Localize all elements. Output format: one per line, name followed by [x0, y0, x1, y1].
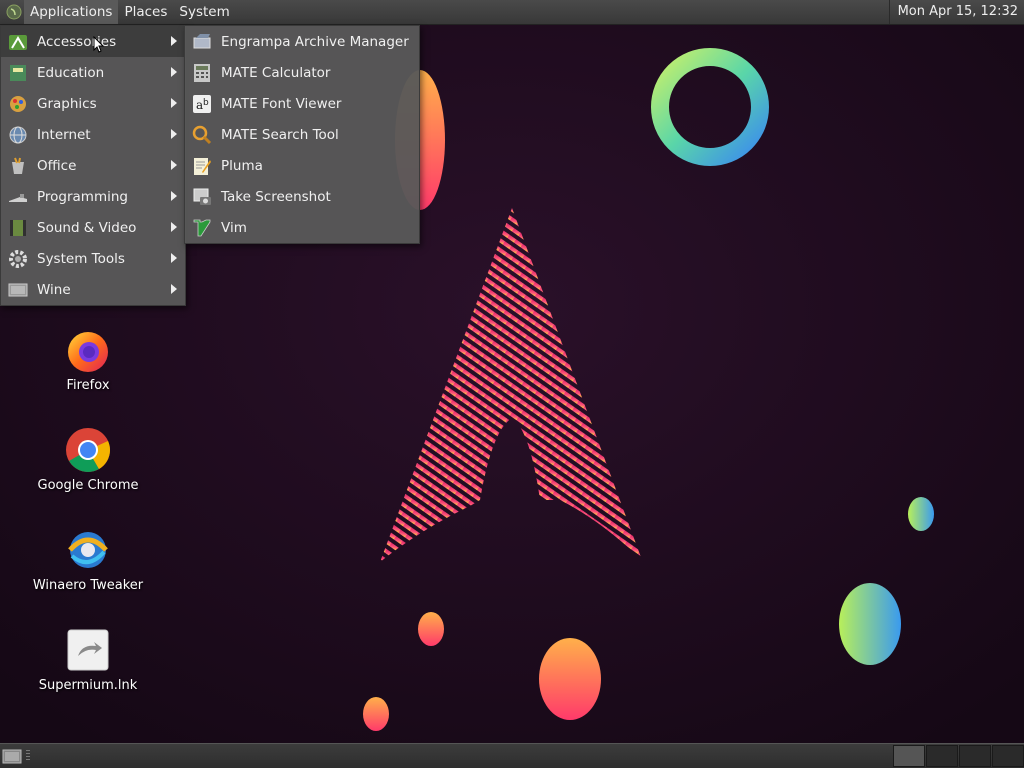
- menu-item-wine[interactable]: Wine: [1, 274, 185, 305]
- menu-bar: Applications Places System: [0, 0, 236, 24]
- menu-item-label: Programming: [37, 188, 128, 205]
- places-menu[interactable]: Places: [118, 0, 173, 24]
- workspace-4[interactable]: [992, 745, 1024, 767]
- submenu-arrow-icon: [171, 222, 177, 232]
- menu-item-label: Wine: [37, 281, 71, 298]
- calculator-icon: [194, 63, 210, 82]
- menu-item-vim[interactable]: Vim: [185, 212, 419, 243]
- office-icon: [12, 157, 24, 174]
- desktop-icon-winaero-tweaker[interactable]: Winaero Tweaker: [28, 526, 148, 593]
- menu-item-label: System Tools: [37, 250, 125, 267]
- accessories-submenu: Engrampa Archive Manager MATE Calculator…: [184, 25, 420, 244]
- wine-icon: [8, 283, 28, 296]
- shortcut-icon: [67, 629, 109, 671]
- submenu-arrow-icon: [171, 98, 177, 108]
- screenshot-icon: [193, 188, 211, 205]
- accessories-icon: [9, 34, 27, 50]
- workspace-2[interactable]: [926, 745, 958, 767]
- applications-dropdown: Accessories Education Graphics Internet: [0, 25, 186, 306]
- menu-item-programming[interactable]: Programming: [1, 181, 185, 212]
- workspace-1[interactable]: [893, 745, 925, 767]
- menu-item-education[interactable]: Education: [1, 57, 185, 88]
- desktop-icon-label: Google Chrome: [37, 478, 139, 493]
- menu-item-pluma[interactable]: Pluma: [185, 150, 419, 181]
- submenu-arrow-icon: [171, 36, 177, 46]
- sound-video-icon: [10, 219, 26, 236]
- text-editor-icon: [194, 157, 211, 175]
- programming-icon: [9, 193, 27, 202]
- menu-item-label: Sound & Video: [37, 219, 137, 236]
- menu-item-font-viewer[interactable]: a b MATE Font Viewer: [185, 88, 419, 119]
- desktop-icon-firefox[interactable]: Firefox: [28, 326, 148, 393]
- menu-item-office[interactable]: Office: [1, 150, 185, 181]
- menu-item-calculator[interactable]: MATE Calculator: [185, 57, 419, 88]
- submenu-arrow-icon: [171, 191, 177, 201]
- education-icon: [10, 64, 26, 81]
- menu-item-label: Pluma: [221, 157, 263, 174]
- desktop-icon-label: Supermium.lnk: [38, 678, 138, 693]
- menu-item-label: Office: [37, 157, 77, 174]
- mouse-pointer-icon: [93, 36, 105, 53]
- panel-drag-handle[interactable]: [26, 750, 30, 762]
- menu-item-label: Engrampa Archive Manager: [221, 33, 409, 50]
- vim-icon: [193, 219, 211, 236]
- submenu-arrow-icon: [171, 284, 177, 294]
- archive-manager-icon: [193, 33, 211, 48]
- desktop-icon-supermium[interactable]: Supermium.lnk: [28, 626, 148, 693]
- show-desktop-icon[interactable]: [2, 747, 22, 765]
- graphics-icon: [10, 95, 26, 112]
- menu-item-label: Take Screenshot: [221, 188, 331, 205]
- menu-item-label: MATE Font Viewer: [221, 95, 342, 112]
- desktop-icon-label: Winaero Tweaker: [32, 578, 144, 593]
- firefox-icon: [68, 332, 108, 372]
- svg-text:b: b: [203, 98, 209, 108]
- clock[interactable]: Mon Apr 15, 12:32: [888, 0, 1018, 24]
- menu-item-label: Education: [37, 64, 105, 81]
- desktop-icon-chrome[interactable]: Google Chrome: [28, 426, 148, 493]
- desktop-icon-label: Firefox: [66, 378, 110, 393]
- menu-item-label: Graphics: [37, 95, 97, 112]
- mate-logo-icon[interactable]: [6, 4, 22, 20]
- bottom-panel: [0, 743, 1024, 768]
- workspace-3[interactable]: [959, 745, 991, 767]
- submenu-arrow-icon: [171, 253, 177, 263]
- system-menu[interactable]: System: [173, 0, 235, 24]
- winaero-tweaker-icon: [68, 532, 108, 568]
- menu-item-graphics[interactable]: Graphics: [1, 88, 185, 119]
- submenu-arrow-icon: [171, 67, 177, 77]
- applications-menu[interactable]: Applications: [24, 0, 119, 24]
- system-tools-icon: [9, 249, 27, 268]
- submenu-arrow-icon: [171, 129, 177, 139]
- menu-item-label: Vim: [221, 219, 247, 236]
- submenu-arrow-icon: [171, 160, 177, 170]
- menu-item-label: MATE Search Tool: [221, 126, 339, 143]
- search-tool-icon: [192, 125, 212, 144]
- top-panel: Applications Places System Mon Apr 15, 1…: [0, 0, 1024, 25]
- chrome-icon: [66, 428, 110, 472]
- menu-item-label: MATE Calculator: [221, 64, 331, 81]
- font-viewer-icon: a b: [193, 94, 211, 113]
- menu-item-system-tools[interactable]: System Tools: [1, 243, 185, 274]
- menu-item-sound-video[interactable]: Sound & Video: [1, 212, 185, 243]
- menu-item-label: Internet: [37, 126, 91, 143]
- menu-item-internet[interactable]: Internet: [1, 119, 185, 150]
- menu-item-search-tool[interactable]: MATE Search Tool: [185, 119, 419, 150]
- menu-item-take-screenshot[interactable]: Take Screenshot: [185, 181, 419, 212]
- internet-icon: [9, 126, 27, 143]
- menu-item-engrampa[interactable]: Engrampa Archive Manager: [185, 26, 419, 57]
